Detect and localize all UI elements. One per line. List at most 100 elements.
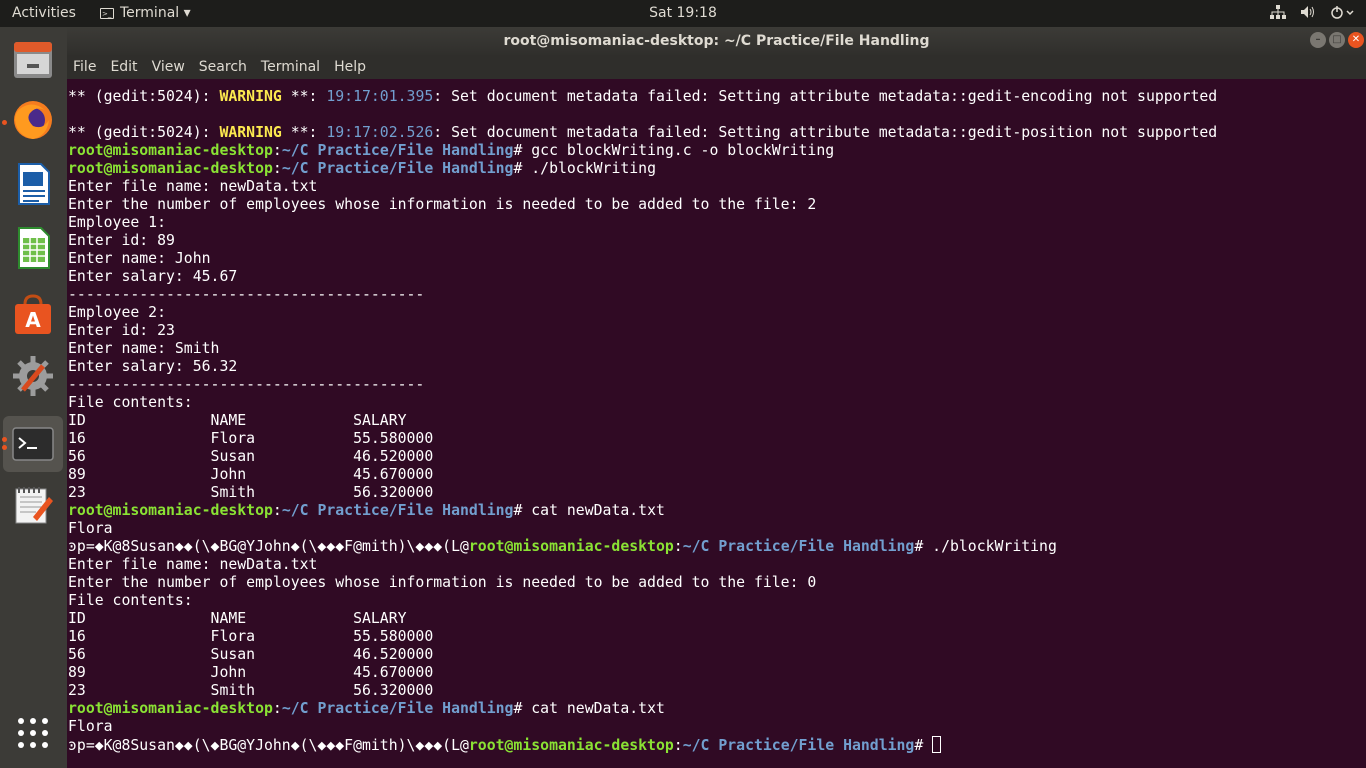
terminal-text: Enter name: Smith xyxy=(68,340,219,357)
top-bar: Activities >_ Terminal ▾ Sat 19:18 xyxy=(0,0,1366,27)
terminal-text: Enter id: 23 xyxy=(68,322,175,339)
terminal-text: : Set document metadata failed: Setting … xyxy=(433,88,1217,105)
terminal-line: 56 Susan 46.520000 xyxy=(68,448,1366,466)
terminal-text: 23 Smith 56.320000 xyxy=(68,484,433,501)
terminal-output[interactable]: ** (gedit:5024): WARNING **: 19:17:01.39… xyxy=(68,88,1366,768)
terminal-line: ͽp=◆K@8Susan◆◆(\◆BG@YJohn◆(\◆◆◆F@mith)\… xyxy=(68,538,1366,556)
terminal-text: : Set document metadata failed: Setting … xyxy=(433,124,1217,141)
clock[interactable]: Sat 19:18 xyxy=(649,5,717,21)
software-center-icon[interactable]: A xyxy=(10,291,56,337)
dock: A xyxy=(0,27,67,768)
terminal-text: ** (gedit:5024): xyxy=(68,88,219,105)
settings-icon[interactable] xyxy=(10,353,56,399)
terminal-text: 89 John 45.670000 xyxy=(68,466,433,483)
terminal-line: Enter name: John xyxy=(68,250,1366,268)
terminal-line: 89 John 45.670000 xyxy=(68,466,1366,484)
terminal-line: Enter salary: 45.67 xyxy=(68,268,1366,286)
volume-icon[interactable] xyxy=(1300,5,1316,23)
network-icon[interactable] xyxy=(1270,5,1286,23)
terminal-text: ͽp=◆K@8Susan◆◆(\◆BG@YJohn◆(\◆◆◆F@mith)\… xyxy=(68,538,469,555)
window-title: root@misomaniac-desktop: ~/C Practice/Fi… xyxy=(67,33,1366,49)
terminal-text: root@misomaniac-desktop xyxy=(68,502,273,519)
terminal-cursor xyxy=(932,736,941,753)
app-menu[interactable]: >_ Terminal ▾ xyxy=(100,5,191,21)
terminal-icon[interactable] xyxy=(3,416,63,472)
terminal-text: 16 Flora 55.580000 xyxy=(68,430,433,447)
terminal-text: 16 Flora 55.580000 xyxy=(68,628,433,645)
terminal-line: Enter file name: newData.txt xyxy=(68,556,1366,574)
terminal-text: WARNING xyxy=(219,124,281,141)
terminal-text: # ./blockWriting xyxy=(914,538,1057,555)
terminal-line xyxy=(68,106,1366,124)
menu-help[interactable]: Help xyxy=(334,59,366,75)
terminal-line: root@misomaniac-desktop:~/C Practice/Fil… xyxy=(68,142,1366,160)
files-icon[interactable] xyxy=(10,37,56,83)
terminal-text: ~/C Practice/File Handling xyxy=(282,142,514,159)
terminal-line: Enter salary: 56.32 xyxy=(68,358,1366,376)
terminal-text: : xyxy=(273,160,282,177)
terminal-text: ~/C Practice/File Handling xyxy=(683,737,915,754)
terminal-text: 23 Smith 56.320000 xyxy=(68,682,433,699)
terminal-text: ---------------------------------------- xyxy=(68,286,424,303)
terminal-text: ID NAME SALARY xyxy=(68,412,407,429)
menu-terminal[interactable]: Terminal xyxy=(261,59,320,75)
terminal-line: Enter id: 23 xyxy=(68,322,1366,340)
menu-search[interactable]: Search xyxy=(199,59,247,75)
terminal-text: 19:17:01.395 xyxy=(326,88,433,105)
window-titlebar[interactable]: root@misomaniac-desktop: ~/C Practice/Fi… xyxy=(67,27,1366,55)
menu-edit[interactable]: Edit xyxy=(110,59,137,75)
terminal-text: ** (gedit:5024): xyxy=(68,124,219,141)
terminal-text: ~/C Practice/File Handling xyxy=(282,502,514,519)
terminal-line: File contents: xyxy=(68,394,1366,412)
terminal-line: Enter id: 89 xyxy=(68,232,1366,250)
terminal-line: 16 Flora 55.580000 xyxy=(68,430,1366,448)
system-tray[interactable] xyxy=(1270,5,1354,23)
terminal-text: Enter file name: newData.txt xyxy=(68,178,317,195)
calc-icon[interactable] xyxy=(10,225,56,271)
terminal-text: # xyxy=(914,737,932,754)
show-apps-icon[interactable] xyxy=(10,710,56,756)
terminal-line: Enter the number of employees whose info… xyxy=(68,196,1366,214)
terminal-app-icon: >_ xyxy=(100,8,114,19)
terminal-text: ~/C Practice/File Handling xyxy=(683,538,915,555)
terminal-line: Enter file name: newData.txt xyxy=(68,178,1366,196)
maximize-button[interactable]: □ xyxy=(1329,32,1345,48)
terminal-text: root@misomaniac-desktop xyxy=(68,160,273,177)
terminal-window: root@misomaniac-desktop: ~/C Practice/Fi… xyxy=(67,27,1366,768)
menu-view[interactable]: View xyxy=(152,59,185,75)
terminal-line: 23 Smith 56.320000 xyxy=(68,682,1366,700)
minimize-button[interactable]: – xyxy=(1310,32,1326,48)
terminal-text: Enter the number of employees whose info… xyxy=(68,574,816,591)
terminal-line: Flora xyxy=(68,520,1366,538)
terminal-text: : xyxy=(273,502,282,519)
terminal-text: ~/C Practice/File Handling xyxy=(282,160,514,177)
text-editor-icon[interactable] xyxy=(10,482,56,528)
terminal-text: Enter salary: 45.67 xyxy=(68,268,237,285)
terminal-text: # cat newData.txt xyxy=(513,502,664,519)
close-button[interactable]: ✕ xyxy=(1348,32,1364,48)
terminal-text: # cat newData.txt xyxy=(513,700,664,717)
terminal-text: Flora xyxy=(68,718,113,735)
terminal-text: ~/C Practice/File Handling xyxy=(282,700,514,717)
terminal-line: root@misomaniac-desktop:~/C Practice/Fil… xyxy=(68,160,1366,178)
terminal-text: ID NAME SALARY xyxy=(68,610,407,627)
terminal-text: Enter the number of employees whose info… xyxy=(68,196,816,213)
terminal-text: 19:17:02.526 xyxy=(326,124,433,141)
writer-icon[interactable] xyxy=(10,161,56,207)
terminal-line: Enter the number of employees whose info… xyxy=(68,574,1366,592)
app-menu-label: Terminal ▾ xyxy=(120,5,191,21)
svg-text:A: A xyxy=(25,308,41,332)
terminal-text: root@misomaniac-desktop xyxy=(68,142,273,159)
activities-button[interactable]: Activities xyxy=(12,5,76,21)
terminal-line: ** (gedit:5024): WARNING **: 19:17:02.52… xyxy=(68,124,1366,142)
terminal-text: : xyxy=(273,700,282,717)
terminal-text: Employee 2: xyxy=(68,304,166,321)
power-icon[interactable] xyxy=(1330,5,1354,23)
terminal-text: Enter id: 89 xyxy=(68,232,175,249)
menu-file[interactable]: File xyxy=(73,59,96,75)
terminal-text: Enter name: John xyxy=(68,250,211,267)
terminal-text: Flora xyxy=(68,520,113,537)
firefox-icon[interactable] xyxy=(10,97,56,143)
terminal-text: **: xyxy=(282,88,327,105)
terminal-text: # gcc blockWriting.c -o blockWriting xyxy=(513,142,834,159)
